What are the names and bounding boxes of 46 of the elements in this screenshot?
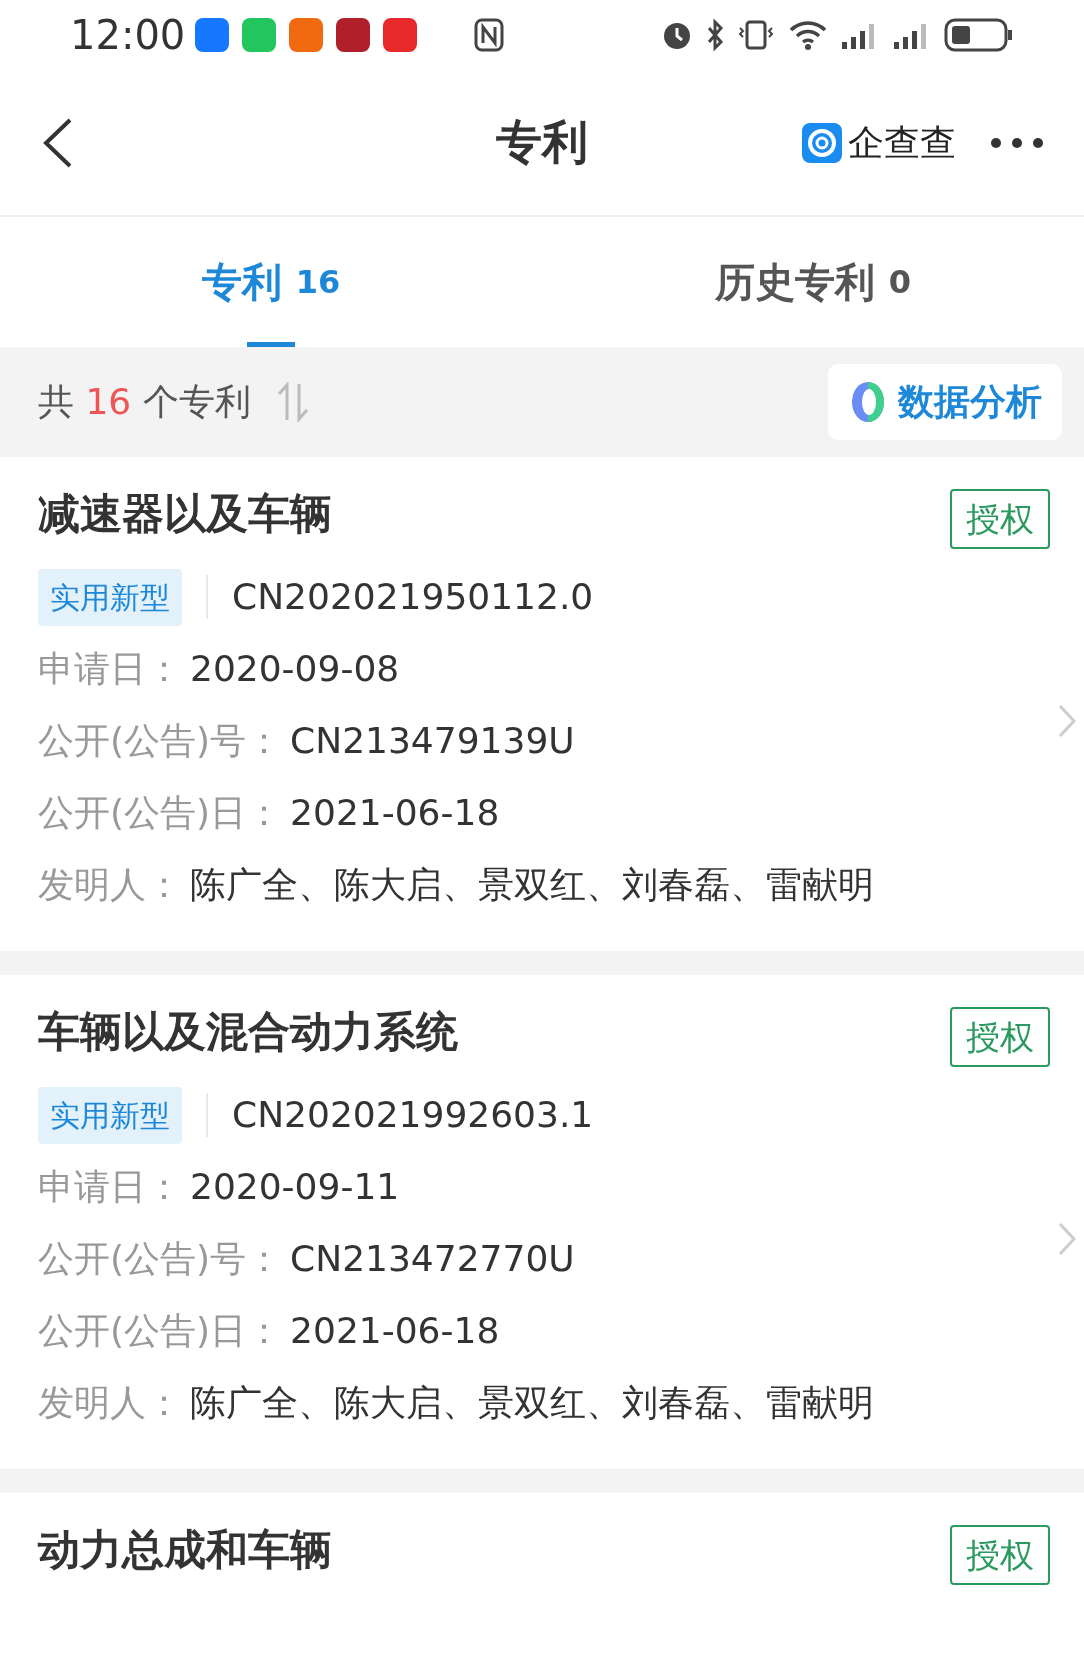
patent-title: 减速器以及车辆 xyxy=(38,488,332,540)
field-value: 2020-09-11 xyxy=(190,1165,400,1209)
brand-logo-icon xyxy=(802,122,842,163)
patent-count-text: 共 16 个专利 xyxy=(38,380,251,424)
field-value: 2021-06-18 xyxy=(290,1309,500,1353)
field-label: 申请日： xyxy=(38,647,182,691)
field-label: 发明人： xyxy=(38,863,182,907)
vibrate-icon xyxy=(736,18,776,52)
data-analysis-button[interactable]: 数据分析 xyxy=(828,364,1062,440)
app-icon xyxy=(336,18,371,52)
field-value: 2021-06-18 xyxy=(290,791,500,835)
tab[interactable]: 历史专利 0 xyxy=(542,217,1084,347)
tab[interactable]: 专利 16 xyxy=(0,217,542,347)
chevron-right-icon xyxy=(1058,704,1076,738)
field-label: 公开(公告)号： xyxy=(38,719,283,763)
field-value: 2020-09-08 xyxy=(190,647,400,691)
battery-icon xyxy=(944,18,1014,52)
type-tag: 实用新型 xyxy=(38,1086,182,1144)
status-tag: 授权 xyxy=(950,489,1050,549)
field-label: 公开(公告)日： xyxy=(38,791,283,835)
app-icon xyxy=(242,18,277,52)
chevron-right-icon xyxy=(1058,1222,1076,1256)
page-title: 专利 xyxy=(496,114,588,171)
type-tag: 实用新型 xyxy=(38,568,182,626)
status-tag: 授权 xyxy=(950,1525,1050,1585)
field-label: 公开(公告)日： xyxy=(38,1309,283,1353)
patent-number: CN202021992603.1 xyxy=(232,1093,594,1137)
patent-title: 动力总成和车辆 xyxy=(38,1524,332,1576)
field-label: 申请日： xyxy=(38,1165,182,1209)
status-time: 12:00 xyxy=(70,11,186,60)
patent-title: 车辆以及混合动力系统 xyxy=(38,1006,458,1058)
brand-name: 企查查 xyxy=(848,120,956,165)
wifi-icon xyxy=(788,18,828,52)
app-icon xyxy=(289,18,324,52)
field-label: 公开(公告)号： xyxy=(38,1237,283,1281)
field-label: 发明人： xyxy=(38,1381,182,1425)
field-value: CN213479139U xyxy=(290,719,575,763)
field-value: CN213472770U xyxy=(290,1237,575,1281)
patent-number: CN202021950112.0 xyxy=(232,575,594,619)
bluetooth-icon xyxy=(706,18,724,52)
field-value: 陈广全、陈大启、景双红、刘春磊、雷献明 xyxy=(190,1381,874,1425)
app-icon xyxy=(195,18,230,52)
nfc-icon xyxy=(474,18,505,52)
field-value: 陈广全、陈大启、景双红、刘春磊、雷献明 xyxy=(190,863,874,907)
status-tag: 授权 xyxy=(950,1007,1050,1067)
app-icon xyxy=(383,18,418,52)
